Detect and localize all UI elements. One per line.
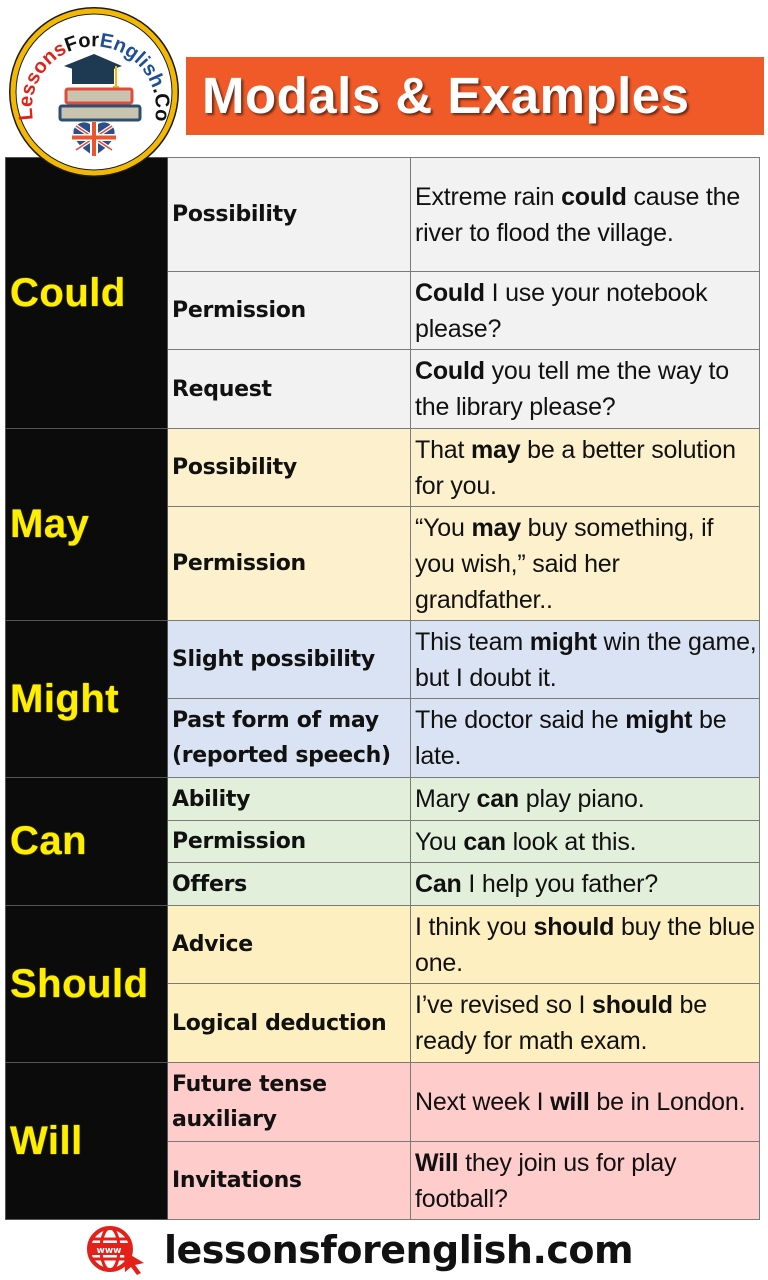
example-keyword: Could (415, 357, 485, 385)
usage-cell: Future tense auxiliary (167, 1062, 411, 1142)
modals-table: Could Possibility Extreme rain could cause… (5, 157, 760, 1220)
svg-text:www: www (97, 1246, 122, 1256)
example-cell: Can I help you father? (410, 862, 760, 906)
usage-cell: Slight possibility (167, 620, 411, 699)
example-text: I help you father? (461, 870, 658, 898)
example-keyword: Can (415, 870, 462, 898)
usage-cell: Advice (167, 905, 411, 984)
footer-url[interactable]: lessonsforenglish.com (164, 1228, 634, 1272)
usage-cell: Permission (167, 506, 411, 621)
example-cell: I think you should buy the blue one. (410, 905, 760, 984)
example-keyword: will (550, 1088, 590, 1116)
table-row: Should Advice I think you should buy the b… (5, 905, 760, 1063)
example-text: Next week I (415, 1088, 551, 1116)
modal-verb-cell: Could (5, 157, 168, 429)
example-text: This team (415, 627, 530, 656)
example-text: “You (415, 513, 472, 542)
example-cell: Extreme rain could cause the river to fl… (410, 157, 760, 272)
example-text: play piano. (519, 785, 645, 813)
example-keyword: can (463, 827, 506, 856)
example-text: The doctor said he (415, 706, 626, 734)
example-cell: This team might win the game, but I doub… (410, 620, 760, 699)
example-keyword: may (470, 435, 521, 464)
example-keyword: Could (415, 278, 485, 307)
example-cell: That may be a better solution for you. (410, 428, 760, 507)
example-keyword: should (533, 912, 615, 941)
usage-cell: Past form of may (reported speech) (167, 698, 411, 778)
example-cell: The doctor said he might be late. (410, 698, 760, 778)
example-keyword: could (561, 182, 627, 211)
example-keyword: may (471, 513, 521, 542)
modal-verb-cell: Will (5, 1062, 168, 1220)
example-keyword: might (529, 627, 597, 656)
example-text: Extreme rain (415, 182, 562, 211)
example-cell: Could you tell me the way to the library… (410, 349, 760, 429)
example-text: be in London. (589, 1088, 746, 1116)
usage-cell: Possibility (167, 157, 411, 272)
usage-cell: Permission (167, 820, 411, 863)
table-row: May Possibility That may be a better solut… (5, 428, 760, 621)
example-text: look at this. (505, 827, 637, 856)
example-cell: “You may buy something, if you wish,” sa… (410, 506, 760, 621)
modal-verb-cell: Can (5, 777, 168, 906)
page-title: Modals & Examples (202, 67, 690, 124)
example-keyword: can (476, 785, 520, 813)
www-globe-cursor-icon: www (87, 1226, 144, 1275)
example-text: I’ve revised so I (415, 991, 593, 1019)
example-cell: Will they join us for play football? (410, 1141, 760, 1220)
example-text: That (415, 435, 471, 464)
modal-verb-cell: May (5, 428, 168, 621)
usage-cell: Request (167, 349, 411, 429)
usage-cell: Invitations (167, 1141, 411, 1220)
example-cell: Could I use your notebook please? (410, 271, 760, 350)
example-keyword: Will (415, 1148, 459, 1177)
usage-cell: Logical deduction (167, 983, 411, 1063)
usage-cell: Offers (167, 862, 411, 906)
example-keyword: should (592, 991, 673, 1019)
example-text: I think you (415, 912, 534, 941)
example-cell: I’ve revised so I should be ready for ma… (410, 983, 760, 1063)
modal-verb-cell: Might (5, 620, 168, 778)
table-row: Can Ability Mary can play piano. (5, 777, 760, 906)
example-text: You (415, 827, 464, 856)
usage-cell: Ability (167, 777, 411, 821)
example-cell: You can look at this. (410, 820, 760, 863)
footer: www lessonsforenglish.com (86, 1222, 634, 1278)
modal-verb-cell: Should (5, 905, 168, 1063)
example-cell: Mary can play piano. (410, 777, 760, 821)
table-row: Might Slight possibility This team might w… (5, 620, 760, 778)
usage-cell: Possibility (167, 428, 411, 507)
usage-cell: Permission (167, 271, 411, 350)
example-cell: Next week I will be in London. (410, 1062, 760, 1142)
table-row: Will Future tense auxiliary Next week I wi… (5, 1062, 760, 1220)
example-keyword: might (625, 706, 693, 734)
lessonsforenglish-logo: LessonsForEnglish.Com (4, 4, 179, 177)
example-text: Mary (415, 785, 477, 813)
